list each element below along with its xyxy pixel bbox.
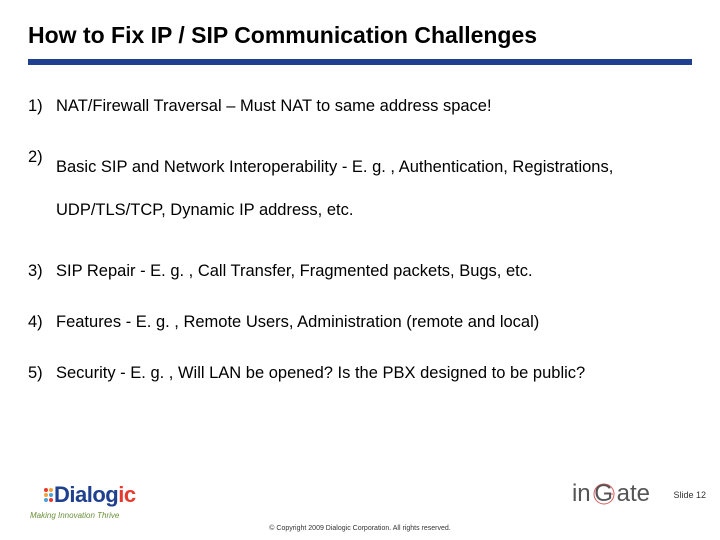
ingate-logo: in G ate [572,480,650,508]
dialogic-prefix: Dialog [54,482,118,507]
list-item: 4) Features - E. g. , Remote Users, Admi… [28,311,692,334]
title-rule [28,59,692,65]
item-text: NAT/Firewall Traversal – Must NAT to sam… [56,95,692,118]
item-number: 3) [28,260,56,283]
dialogic-wordmark: Dialogic [54,482,136,508]
ingate-g-icon: G [593,483,615,505]
slide-number: Slide 12 [673,490,706,500]
dialogic-tagline: Making Innovation Thrive [30,511,119,520]
item-text: Features - E. g. , Remote Users, Adminis… [56,311,692,334]
list-item: 2) Basic SIP and Network Interoperabilit… [28,146,692,232]
list-item: 3) SIP Repair - E. g. , Call Transfer, F… [28,260,692,283]
copyright: © Copyright 2009 Dialogic Corporation. A… [0,525,720,532]
slide-title: How to Fix IP / SIP Communication Challe… [28,22,692,49]
ingate-left: in [572,480,591,508]
body-list: 1) NAT/Firewall Traversal – Must NAT to … [28,95,692,385]
logo-dots-icon [44,488,48,502]
slide: How to Fix IP / SIP Communication Challe… [0,0,720,540]
list-item: 1) NAT/Firewall Traversal – Must NAT to … [28,95,692,118]
dialogic-suffix: ic [118,482,135,507]
footer: Dialogic Making Innovation Thrive in G a… [0,466,720,540]
item-number: 1) [28,95,56,118]
item-number: 2) [28,146,56,232]
ingate-right: ate [617,480,650,508]
item-text: Basic SIP and Network Interoperability -… [56,146,692,232]
item-number: 4) [28,311,56,334]
logo-dots-icon [49,488,53,502]
item-number: 5) [28,362,56,385]
item-text: SIP Repair - E. g. , Call Transfer, Frag… [56,260,692,283]
item-text: Security - E. g. , Will LAN be opened? I… [56,362,692,385]
list-item: 5) Security - E. g. , Will LAN be opened… [28,362,692,385]
dialogic-logo: Dialogic [44,482,136,508]
